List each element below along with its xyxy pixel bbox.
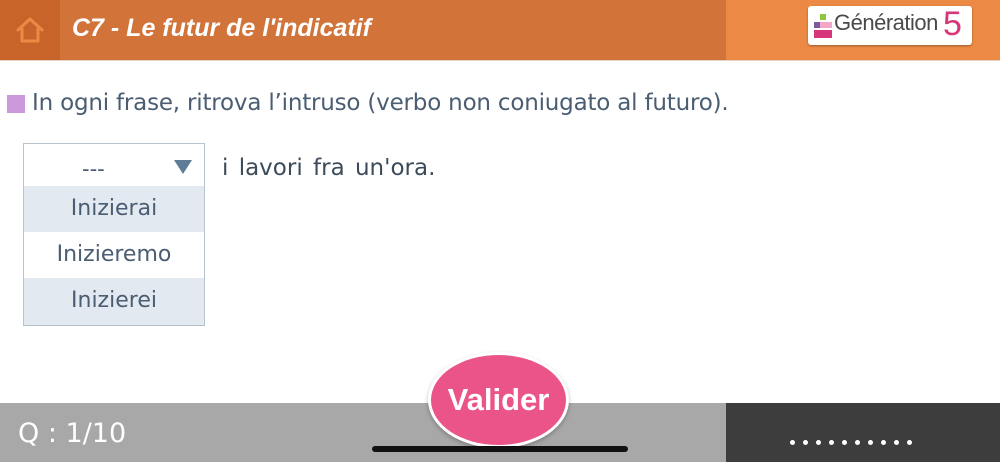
progress-dot (842, 440, 847, 445)
home-button[interactable] (0, 0, 60, 60)
progress-dot (868, 440, 873, 445)
logo-text: Génération (834, 10, 938, 35)
progress-dot (881, 440, 886, 445)
dropdown-arrow-icon[interactable] (174, 160, 192, 174)
progress-dot (829, 440, 834, 445)
sentence-text: i lavori fra un'ora. (222, 155, 436, 181)
progress-dot (907, 440, 912, 445)
instruction-bullet-icon (7, 95, 25, 113)
page-title: C7 - Le futur de l'indicatif (72, 14, 372, 42)
footer-right (726, 403, 1000, 462)
home-indicator-bar[interactable] (372, 446, 628, 452)
progress-dot (816, 440, 821, 445)
logo-squares-icon (814, 14, 832, 38)
validate-button-label: Valider (447, 382, 550, 417)
dropdown-header[interactable]: --- (24, 144, 204, 186)
dropdown-option[interactable]: Inizierei (24, 278, 204, 325)
progress-dot (894, 440, 899, 445)
answer-dropdown[interactable]: --- Inizierai Inizieremo Inizierei (23, 143, 205, 326)
dropdown-option[interactable]: Inizierai (24, 186, 204, 232)
logo-number: 5 (943, 5, 962, 43)
progress-dot (790, 440, 795, 445)
progress-dot (855, 440, 860, 445)
dropdown-option[interactable]: Inizieremo (24, 232, 204, 278)
home-icon (16, 17, 44, 43)
validate-button[interactable]: Valider (428, 352, 569, 448)
progress-dots (790, 440, 912, 445)
generation5-logo: Génération 5 (808, 5, 972, 45)
header-divider (0, 60, 1000, 61)
dropdown-selected-value: --- (82, 157, 105, 181)
instruction-text: In ogni frase, ritrova l’intruso (verbo … (32, 90, 729, 116)
question-counter: Q : 1/10 (18, 418, 127, 449)
progress-dot (803, 440, 808, 445)
